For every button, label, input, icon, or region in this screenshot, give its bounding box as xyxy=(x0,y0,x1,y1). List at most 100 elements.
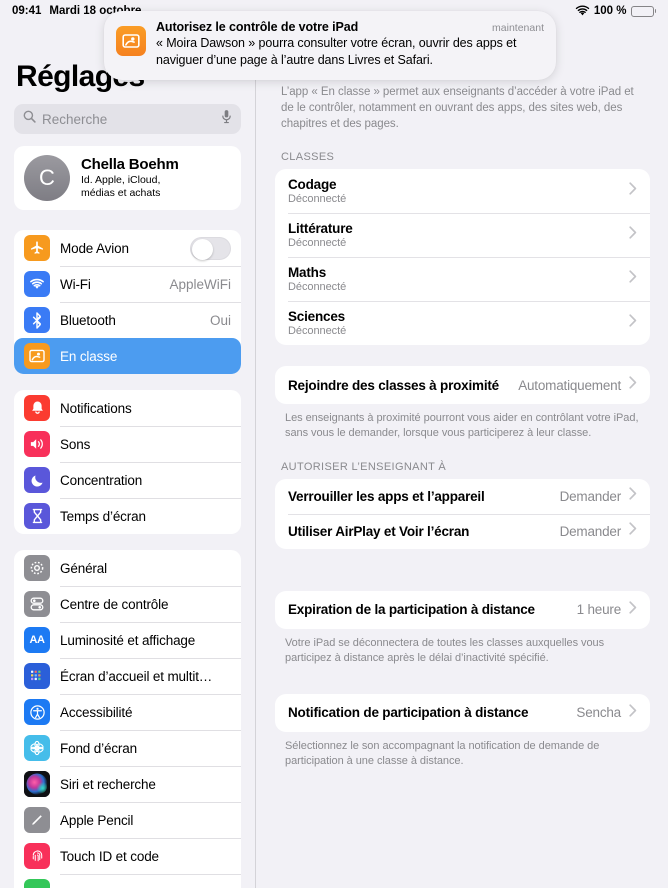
chevron-right-icon xyxy=(629,487,637,505)
en-classe-detail-panel: L’app « En classe » permet aux enseignan… xyxy=(257,22,668,888)
expiration-card: Expiration de la participation à distanc… xyxy=(275,590,650,629)
sidebar-item-wifi[interactable]: Wi-Fi AppleWiFi xyxy=(14,266,241,302)
airplane-mode-toggle[interactable] xyxy=(190,236,231,260)
avatar: C xyxy=(24,155,70,201)
classes-section-header: CLASSES xyxy=(281,151,335,164)
sidebar-item-centre-de-controle[interactable]: Centre de contrôle xyxy=(14,586,241,622)
sidebar-item-bluetooth[interactable]: Bluetooth Oui xyxy=(14,302,241,338)
allow-teacher-section-header: AUTORISER L’ENSEIGNANT À xyxy=(281,460,447,473)
nearby-classes-card: Rejoindre des classes à proximité Automa… xyxy=(275,366,650,405)
sidebar-group-connectivity: Mode Avion Wi-Fi AppleWiFi Bluetooth Oui… xyxy=(14,230,241,374)
search-placeholder: Recherche xyxy=(42,111,108,127)
pencil-icon xyxy=(24,807,50,833)
home-screen-icon xyxy=(24,663,50,689)
expiration-row[interactable]: Expiration de la participation à distanc… xyxy=(275,591,650,629)
speaker-icon xyxy=(24,431,50,457)
partial-green-icon xyxy=(24,879,50,888)
sidebar-item-concentration[interactable]: Concentration xyxy=(14,462,241,498)
search-icon xyxy=(23,110,36,128)
sidebar-item-touch-id-et-code[interactable]: Touch ID et code xyxy=(14,838,241,874)
chevron-right-icon xyxy=(629,600,637,619)
sidebar-item-label: Siri et recherche xyxy=(60,776,156,792)
sidebar-item-siri-et-recherche[interactable]: Siri et recherche xyxy=(14,766,241,802)
notification-sound-value: Sencha xyxy=(576,705,621,721)
notification-message: « Moira Dawson » pourra consulter votre … xyxy=(156,36,517,67)
battery-percent-label: 100 % xyxy=(593,5,627,17)
allow-row-label: Verrouiller les apps et l’appareil xyxy=(288,488,485,504)
sidebar-item-apple-pencil[interactable]: Apple Pencil xyxy=(14,802,241,838)
battery-icon xyxy=(630,5,656,17)
expiration-value: 1 heure xyxy=(576,602,622,618)
class-row[interactable]: Sciences Déconnecté xyxy=(275,301,650,345)
sidebar-item-mode-avion[interactable]: Mode Avion xyxy=(14,230,241,266)
sidebar-item-en-classe[interactable]: En classe xyxy=(14,338,241,374)
notification-sound-label: Notification de participation à distance xyxy=(288,705,529,721)
allow-row-label: Utiliser AirPlay et Voir l’écran xyxy=(288,523,470,539)
sidebar-item-value: Oui xyxy=(209,312,231,328)
account-subtitle-line2: médias et achats xyxy=(81,187,161,199)
accessibility-icon xyxy=(24,699,50,725)
sidebar-item-temps-decran[interactable]: Temps d’écran xyxy=(14,498,241,534)
notification-sound-card: Notification de participation à distance… xyxy=(275,693,650,732)
notification-sound-footnote: Sélectionnez le son accompagnant la noti… xyxy=(285,739,600,768)
airplane-icon xyxy=(24,235,50,261)
sidebar-item-label: Bluetooth xyxy=(60,312,116,328)
account-card[interactable]: C Chella Boehm Id. Apple, iCloud, médias… xyxy=(14,146,241,210)
bell-icon xyxy=(24,395,50,421)
class-status: Déconnecté xyxy=(288,281,347,294)
wifi-icon xyxy=(24,271,50,297)
status-time: 09:41 xyxy=(12,5,42,17)
hourglass-icon xyxy=(24,503,50,529)
sidebar-item-sons[interactable]: Sons xyxy=(14,426,241,462)
microphone-icon[interactable] xyxy=(221,109,232,129)
allow-teacher-list: Verrouiller les apps et l’appareil Deman… xyxy=(275,478,650,549)
chevron-right-icon xyxy=(629,314,637,332)
account-subtitle: Id. Apple, iCloud, médias et achats xyxy=(81,174,179,200)
nearby-classes-row[interactable]: Rejoindre des classes à proximité Automa… xyxy=(275,366,650,404)
control-center-icon xyxy=(24,591,50,617)
allow-row-value: Demander xyxy=(559,488,622,504)
class-row[interactable]: Maths Déconnecté xyxy=(275,257,650,301)
class-status: Déconnecté xyxy=(288,325,347,338)
notification-title-row: Autorisez le contrôle de votre iPad main… xyxy=(156,20,544,34)
expiration-label: Expiration de la participation à distanc… xyxy=(288,602,535,618)
search-input[interactable]: Recherche xyxy=(14,104,241,134)
sidebar-item-label: Touch ID et code xyxy=(60,848,159,864)
chevron-right-icon xyxy=(629,522,637,540)
chevron-right-icon xyxy=(629,226,637,244)
sidebar-item-luminosite-et-affichage[interactable]: AA Luminosité et affichage xyxy=(14,622,241,658)
class-status: Déconnecté xyxy=(288,237,347,250)
siri-icon xyxy=(24,771,50,797)
ipad-settings-screen: 09:41 Mardi 18 octobre 100 % Réglages Re… xyxy=(0,0,668,888)
allow-lock-apps-row[interactable]: Verrouiller les apps et l’appareil Deman… xyxy=(275,479,650,514)
chevron-right-icon xyxy=(629,182,637,200)
notification-banner[interactable]: Autorisez le contrôle de votre iPad main… xyxy=(104,11,556,80)
sidebar-item-notifications[interactable]: Notifications xyxy=(14,390,241,426)
account-subtitle-line1: Id. Apple, iCloud, xyxy=(81,173,161,186)
sidebar-item-partial[interactable] xyxy=(14,874,241,888)
classroom-icon xyxy=(24,343,50,369)
classroom-app-icon xyxy=(116,26,146,56)
gear-icon xyxy=(24,555,50,581)
allow-airplay-row[interactable]: Utiliser AirPlay et Voir l’écran Demande… xyxy=(275,513,650,549)
sidebar-item-ecran-daccueil[interactable]: Écran d’accueil et multit… xyxy=(14,658,241,694)
chevron-right-icon xyxy=(629,376,637,394)
notification-sound-row[interactable]: Notification de participation à distance… xyxy=(275,694,650,732)
allow-row-value: Demander xyxy=(559,523,622,539)
class-name: Littérature xyxy=(288,221,353,237)
sidebar-item-accessibilite[interactable]: Accessibilité xyxy=(14,694,241,730)
class-row[interactable]: Littérature Déconnecté xyxy=(275,213,650,257)
classes-list: Codage Déconnecté Littérature Déconnecté xyxy=(275,169,650,346)
sidebar-item-label: Centre de contrôle xyxy=(60,596,169,612)
nearby-classes-label: Rejoindre des classes à proximité xyxy=(288,377,499,393)
notification-time: maintenant xyxy=(492,22,544,34)
settings-sidebar[interactable]: Réglages Recherche C Chella Boehm Id. Ap… xyxy=(0,22,256,888)
sidebar-item-label: Écran d’accueil et multit… xyxy=(60,668,213,684)
class-status: Déconnecté xyxy=(288,193,347,206)
status-bar-right: 100 % xyxy=(575,5,656,17)
wallpaper-icon xyxy=(24,735,50,761)
sidebar-item-general[interactable]: Général xyxy=(14,550,241,586)
sidebar-item-fond-decran[interactable]: Fond d’écran xyxy=(14,730,241,766)
class-row[interactable]: Codage Déconnecté xyxy=(275,169,650,213)
class-name: Sciences xyxy=(288,309,345,325)
